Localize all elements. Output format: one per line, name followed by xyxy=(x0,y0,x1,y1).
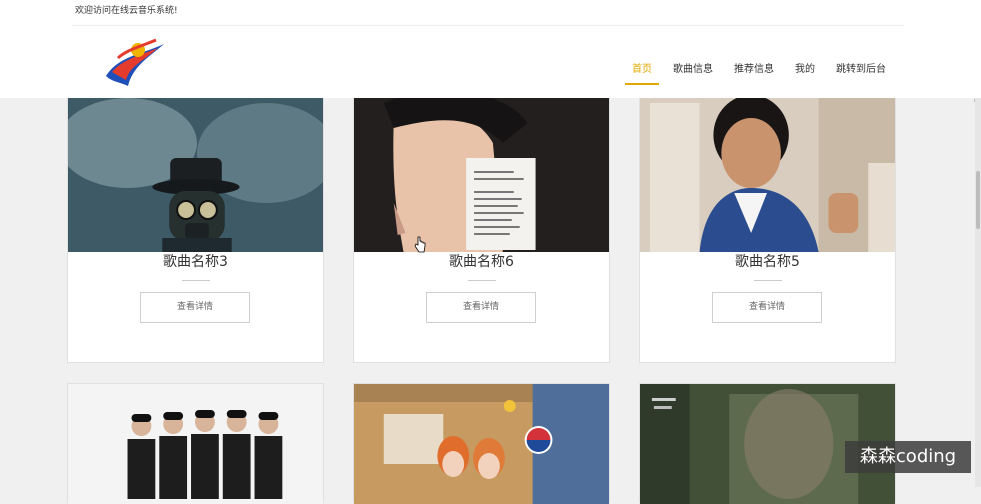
nav-song-info[interactable]: 歌曲信息 xyxy=(673,60,713,83)
main-nav: 首页 歌曲信息 推荐信息 我的 跳转到后台 xyxy=(611,60,886,85)
title-divider xyxy=(468,280,496,281)
song-cover-image xyxy=(354,83,609,252)
song-card[interactable]: 歌曲名称6 查看详情 xyxy=(353,82,610,363)
song-cover-image xyxy=(68,384,323,504)
site-logo-icon[interactable] xyxy=(98,36,168,90)
song-title: 歌曲名称6 xyxy=(449,254,514,270)
title-divider xyxy=(182,280,210,281)
song-title: 歌曲名称3 xyxy=(163,254,228,270)
scrollbar-thumb[interactable] xyxy=(976,171,980,229)
nav-admin[interactable]: 跳转到后台 xyxy=(836,60,886,83)
song-title: 歌曲名称5 xyxy=(735,254,800,270)
welcome-text: 欢迎访问在线云音乐系统! xyxy=(75,6,178,16)
song-card[interactable]: 歌曲名称3 查看详情 xyxy=(67,82,324,363)
site-header: 欢迎访问在线云音乐系统! 首页 歌曲信息 推荐信息 我的 跳转到后台 xyxy=(0,0,981,98)
header-divider xyxy=(72,25,904,26)
page-scrollbar[interactable] xyxy=(975,98,981,487)
song-cover-image xyxy=(640,83,895,252)
nav-mine[interactable]: 我的 xyxy=(795,60,815,83)
nav-home[interactable]: 首页 xyxy=(625,60,659,85)
view-details-button[interactable]: 查看详情 xyxy=(426,292,536,323)
nav-recommend-info[interactable]: 推荐信息 xyxy=(734,60,774,83)
view-details-button[interactable]: 查看详情 xyxy=(712,292,822,323)
view-details-button[interactable]: 查看详情 xyxy=(140,292,250,323)
song-card[interactable]: 歌曲名称5 查看详情 xyxy=(639,82,896,363)
song-cover-image xyxy=(68,83,323,252)
song-card[interactable] xyxy=(67,383,324,504)
song-cover-image xyxy=(354,384,609,504)
title-divider xyxy=(754,280,782,281)
hand-cursor-icon xyxy=(414,236,426,253)
song-card[interactable] xyxy=(353,383,610,504)
watermark-label: 森森coding xyxy=(845,441,971,473)
